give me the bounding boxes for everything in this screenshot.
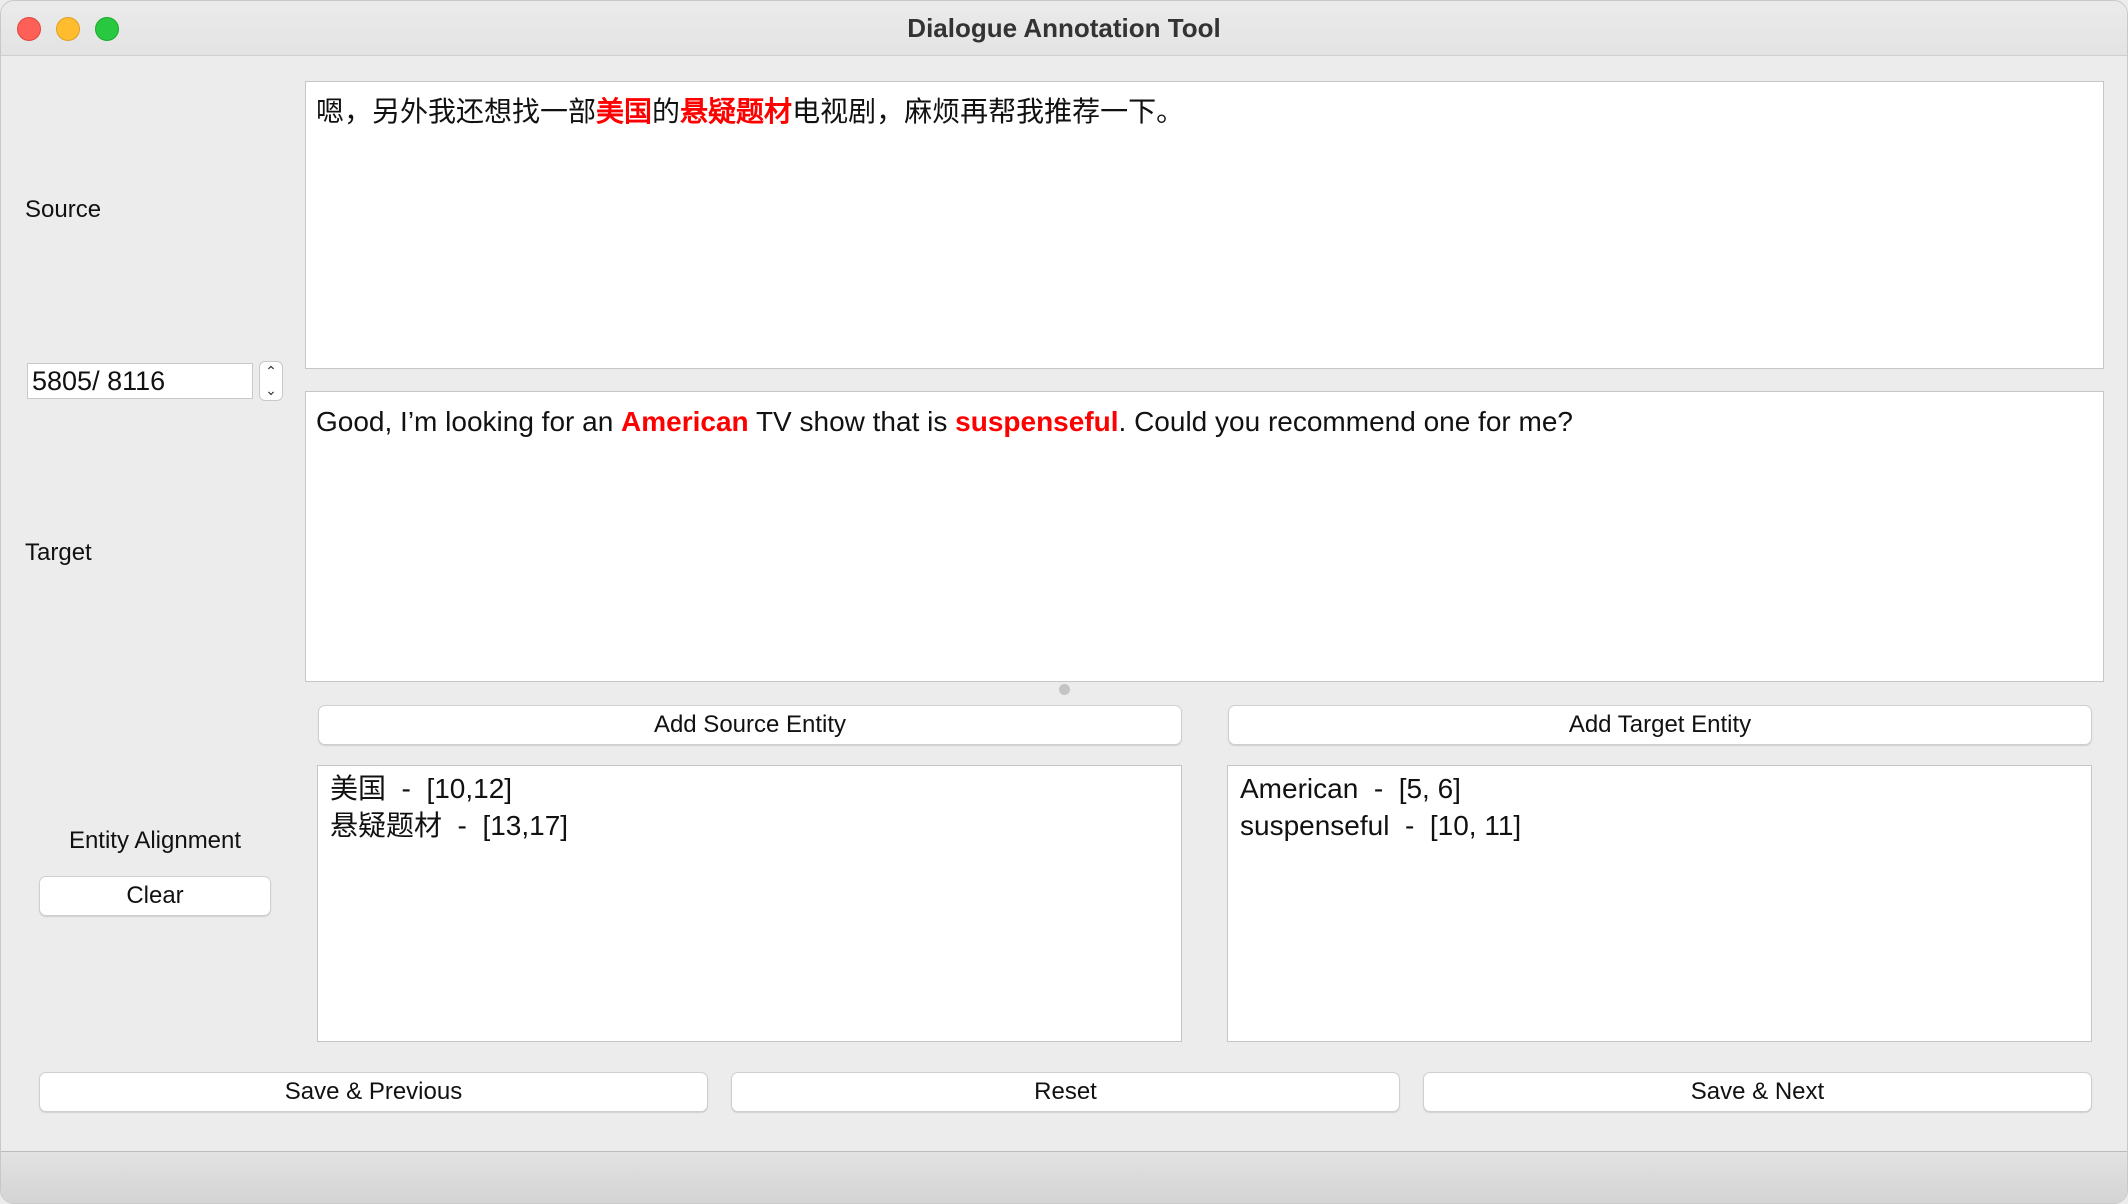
- target-entity-highlight: American: [621, 406, 749, 437]
- target-label: Target: [25, 539, 92, 566]
- source-entity-highlight: 悬疑题材: [680, 96, 793, 127]
- target-text-area[interactable]: Good, I’m looking for an American TV sho…: [305, 391, 2104, 682]
- reset-button[interactable]: Reset: [731, 1072, 1400, 1112]
- chevron-up-icon[interactable]: ⌃: [260, 362, 282, 381]
- list-item[interactable]: 美国 - [10,12]: [330, 770, 1169, 807]
- window-title: Dialogue Annotation Tool: [907, 13, 1221, 43]
- source-entity-list[interactable]: 美国 - [10,12] 悬疑题材 - [13,17]: [317, 765, 1182, 1042]
- source-text-segment: 的: [652, 96, 681, 127]
- target-text-segment: Good, I’m looking for an: [316, 406, 622, 437]
- app-window: Dialogue Annotation Tool Source 嗯，另外我还想找…: [0, 0, 2128, 1204]
- list-item[interactable]: 悬疑题材 - [13,17]: [330, 807, 1169, 844]
- status-bar: [1, 1151, 2127, 1203]
- target-entity-highlight: suspenseful: [955, 406, 1119, 437]
- sample-counter-field[interactable]: 5805/ 8116: [27, 363, 253, 399]
- source-text-segment: 电视剧，麻烦再帮我推荐一下。: [792, 96, 1185, 127]
- target-text-segment: . Could you recommend one for me?: [1118, 406, 1573, 437]
- title-bar: Dialogue Annotation Tool: [1, 1, 2127, 56]
- add-target-entity-button[interactable]: Add Target Entity: [1228, 705, 2092, 745]
- list-item[interactable]: American - [5, 6]: [1240, 770, 2079, 807]
- target-text-segment: TV show that is: [748, 406, 956, 437]
- up-down-chevron-icon[interactable]: ⌃ ⌄: [259, 361, 283, 401]
- add-source-entity-button[interactable]: Add Source Entity: [318, 705, 1182, 745]
- save-next-button[interactable]: Save & Next: [1423, 1072, 2092, 1112]
- save-previous-button[interactable]: Save & Previous: [39, 1072, 708, 1112]
- entity-alignment-label: Entity Alignment: [68, 827, 242, 854]
- source-entity-highlight: 美国: [596, 96, 653, 127]
- source-text-area[interactable]: 嗯，另外我还想找一部美国的悬疑题材电视剧，麻烦再帮我推荐一下。: [305, 81, 2104, 369]
- source-text-segment: 嗯，另外我还想找一部: [316, 96, 597, 127]
- chevron-down-icon[interactable]: ⌄: [260, 381, 282, 400]
- splitter-handle[interactable]: [1059, 684, 1070, 695]
- target-entity-list[interactable]: American - [5, 6] suspenseful - [10, 11]: [1227, 765, 2092, 1042]
- clear-button[interactable]: Clear: [39, 876, 271, 916]
- source-label: Source: [25, 196, 102, 223]
- list-item[interactable]: suspenseful - [10, 11]: [1240, 807, 2079, 844]
